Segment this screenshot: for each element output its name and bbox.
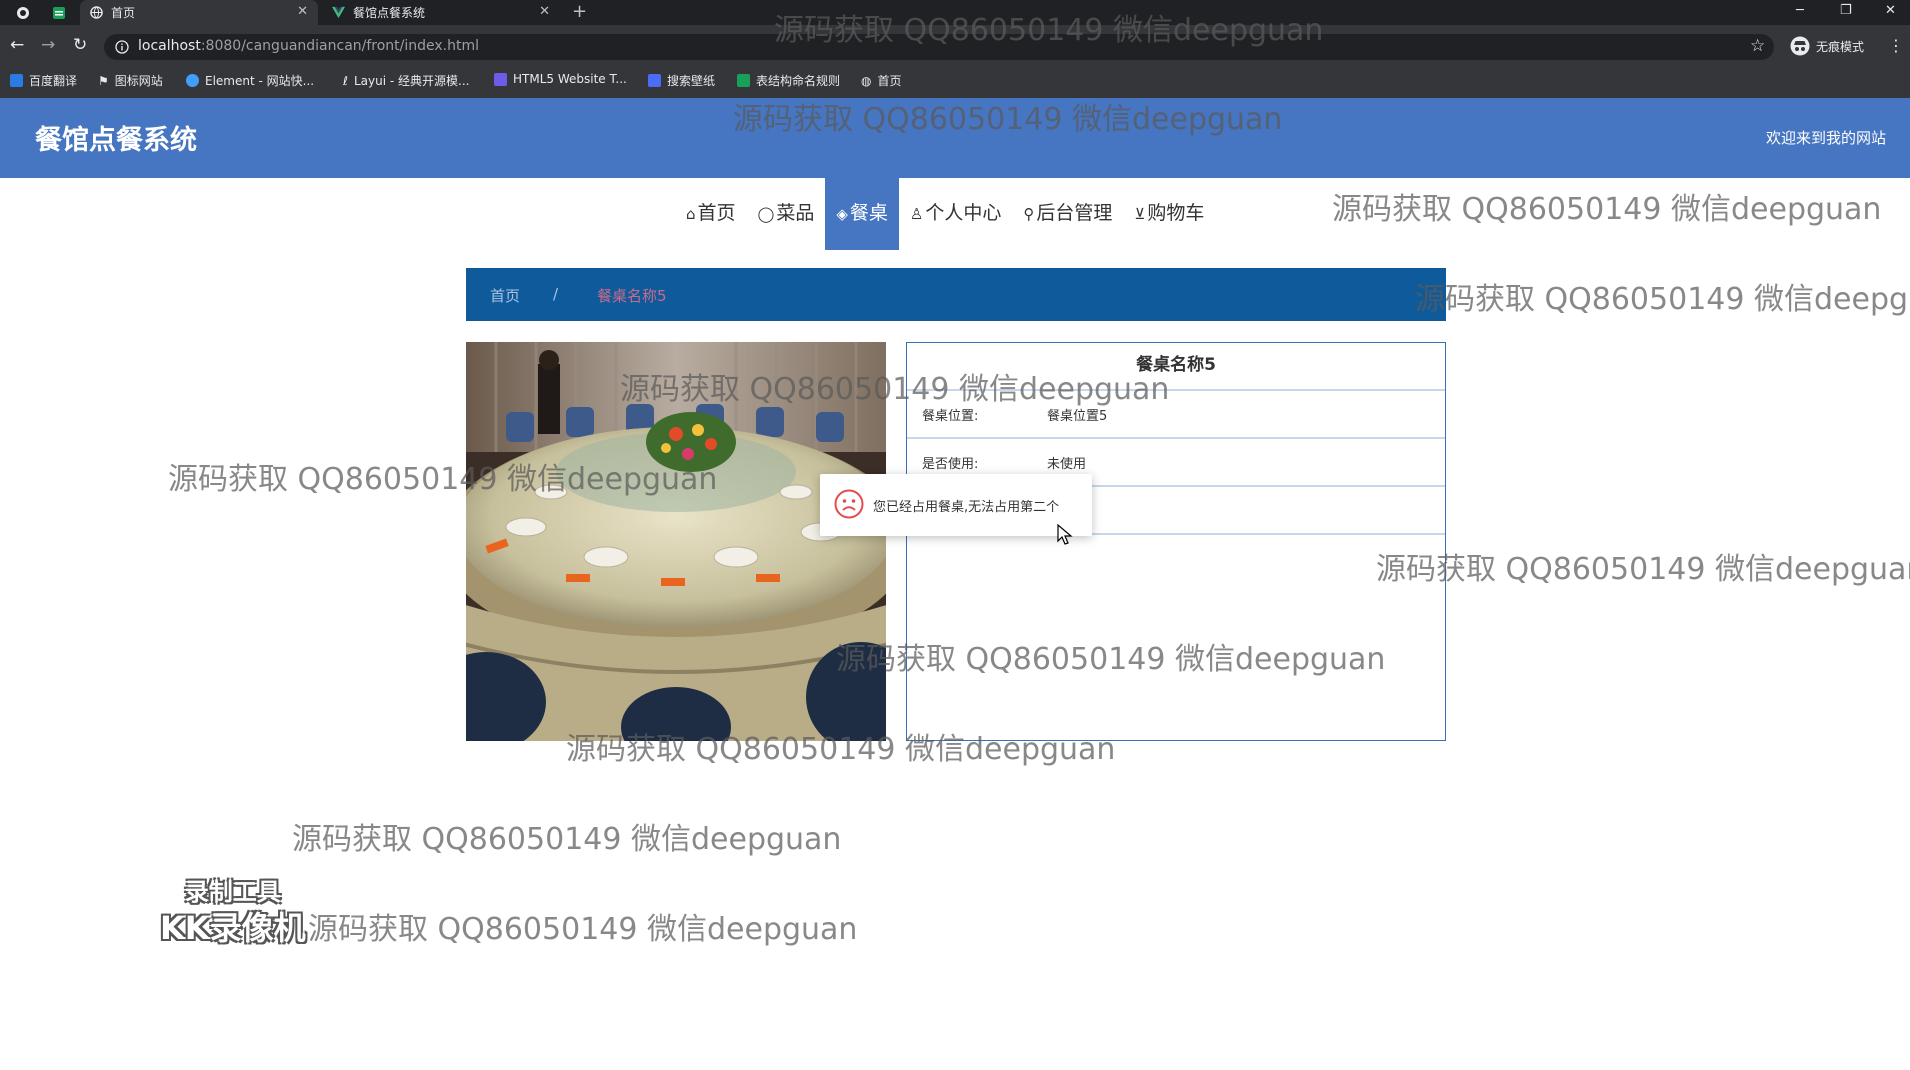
forward-icon[interactable]: →	[41, 35, 55, 55]
site-header	[0, 98, 1910, 178]
mouse-cursor-icon	[1057, 523, 1073, 550]
incognito-icon	[1790, 36, 1810, 56]
bookmark-home[interactable]: ◍ 首页	[861, 72, 902, 89]
bookmark-baidu-translate[interactable]: 百度翻译	[10, 72, 77, 89]
table-name-heading: 餐桌名称5	[907, 343, 1445, 391]
bookmark-icon-site[interactable]: ⚑ 图标网站	[98, 72, 163, 89]
detail-label: 是否使用:	[922, 457, 979, 472]
breadcrumb-current: 餐桌名称5	[597, 287, 667, 305]
nav-cart[interactable]: ⊻ 购物车	[1123, 178, 1215, 250]
tab-title: 餐馆点餐系统	[353, 6, 426, 20]
new-tab-icon[interactable]: +	[572, 0, 587, 25]
bookmark-naming-rules[interactable]: 表结构命名规则	[737, 72, 840, 89]
restore-icon[interactable]: ❐	[1840, 0, 1852, 25]
bookmark-star-icon[interactable]: ☆	[1750, 36, 1765, 56]
close-tab-icon[interactable]: ✕	[539, 4, 550, 19]
bookmark-html5-templates[interactable]: HTML5 Website T...	[494, 72, 627, 86]
tab-title: 首页	[111, 6, 136, 20]
browser-menu-icon[interactable]	[8, 0, 38, 25]
toast-text: 您已经占用餐桌,无法占用第二个	[873, 500, 1060, 515]
main-nav: ⌂ 首页 ◯ 菜品 ◈ 餐桌 ♙ 个人中心 ⚲ 后台管理 ⊻ 购物车	[675, 178, 1215, 250]
globe-icon: ◍	[861, 73, 872, 88]
cart-icon: ⊻	[1134, 205, 1146, 223]
watermark: 源码获取 QQ86050149 微信deepguan	[308, 912, 858, 947]
welcome-text: 欢迎来到我的网站	[1765, 129, 1886, 147]
watermark: 源码获取 QQ86050149 微信deepguan	[1332, 192, 1882, 227]
nav-admin[interactable]: ⚲ 后台管理	[1012, 178, 1123, 250]
tab-home[interactable]: 首页 ✕	[80, 0, 318, 25]
recorder-logo: 录制工具 KK录像机	[160, 872, 306, 949]
recorder-logo-line1: 录制工具	[184, 878, 281, 906]
element-logo-icon	[186, 74, 199, 87]
table-photo	[466, 342, 886, 741]
watermark: 源码获取 QQ86050149 微信deepguan	[1376, 552, 1910, 587]
layui-logo-icon: ℓ	[343, 73, 348, 88]
back-icon[interactable]: ←	[10, 35, 24, 55]
table-detail-panel: 餐桌名称5 餐桌位置: 餐桌位置5 是否使用: 未使用	[906, 342, 1446, 741]
bookmark-wallpaper[interactable]: 搜索壁纸	[648, 72, 715, 89]
translate-icon	[10, 74, 23, 87]
vue-logo-icon	[332, 6, 345, 19]
wallpaper-icon	[648, 74, 661, 87]
toast-message: 您已经占用餐桌,无法占用第二个	[820, 474, 1092, 536]
user-icon: ♙	[909, 205, 924, 223]
nav-tables[interactable]: ◈ 餐桌	[825, 178, 899, 250]
globe-icon	[90, 6, 103, 19]
watermark: 源码获取 QQ86050149 微信deepguan	[292, 822, 842, 857]
minimize-icon[interactable]: ─	[1796, 0, 1804, 25]
layers-icon: ◈	[836, 205, 848, 223]
breadcrumb: 首页 / 餐桌名称5	[466, 268, 1446, 321]
recorder-logo-line2: KK录像机	[160, 909, 306, 947]
sheet-icon	[737, 74, 750, 87]
link-icon: ⚲	[1023, 205, 1035, 223]
site-title: 餐馆点餐系统	[35, 125, 197, 156]
nav-home[interactable]: ⌂ 首页	[675, 178, 747, 250]
bookmark-layui[interactable]: ℓ Layui - 经典开源模...	[343, 72, 469, 89]
watermark: 源码获取 QQ86050149 微信deepguan	[1415, 282, 1910, 317]
detail-row-location: 餐桌位置: 餐桌位置5	[907, 391, 1445, 439]
breadcrumb-separator: /	[553, 285, 559, 303]
detail-label: 餐桌位置:	[922, 409, 979, 424]
home-icon: ⌂	[686, 205, 696, 223]
nav-dishes[interactable]: ◯ 菜品	[747, 178, 826, 250]
incognito-indicator[interactable]: 无痕模式	[1790, 36, 1864, 56]
nav-profile[interactable]: ♙ 个人中心	[899, 178, 1012, 250]
pinned-tab-icon[interactable]	[44, 0, 74, 25]
detail-value: 餐桌位置5	[1047, 409, 1108, 424]
detail-value: 未使用	[1047, 457, 1087, 472]
close-tab-icon[interactable]: ✕	[297, 4, 308, 19]
flag-icon: ⚑	[98, 73, 109, 88]
url-text[interactable]: localhost:8080/canguandiancan/front/inde…	[138, 38, 479, 54]
tab-restaurant-system[interactable]: 餐馆点餐系统 ✕	[322, 0, 560, 25]
site-info-icon[interactable]	[115, 39, 129, 58]
reload-icon[interactable]: ↻	[73, 35, 87, 55]
breadcrumb-home[interactable]: 首页	[490, 285, 520, 306]
circle-icon: ◯	[757, 205, 775, 223]
bookmark-element[interactable]: Element - 网站快...	[186, 72, 314, 89]
browser-menu-dots-icon[interactable]: ⋮	[1888, 36, 1904, 55]
sad-face-icon	[834, 489, 864, 523]
template-icon	[494, 72, 507, 86]
close-window-icon[interactable]: ✕	[1885, 0, 1896, 25]
